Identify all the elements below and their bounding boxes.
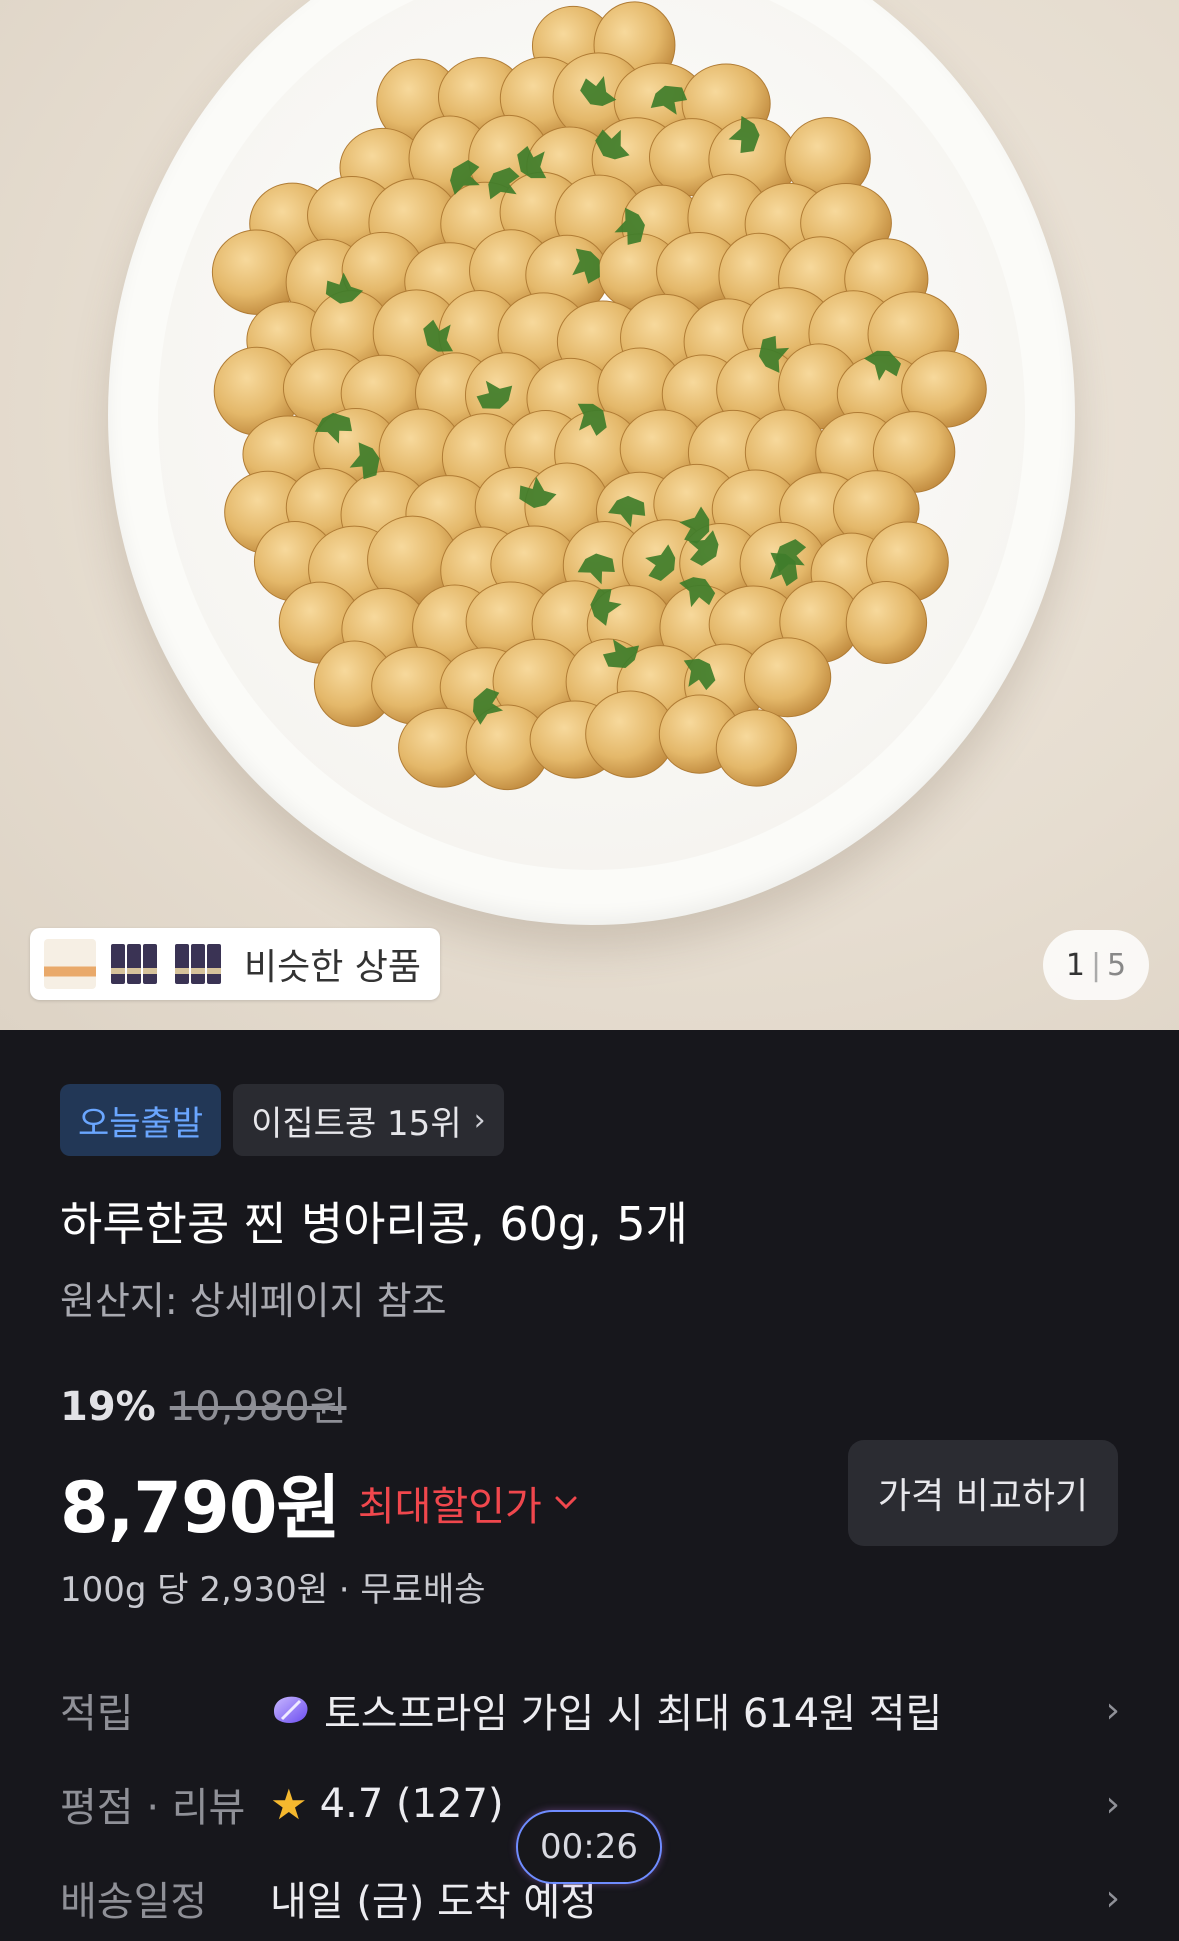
departure-tag-label: 오늘출발: [78, 1103, 204, 1144]
recording-timer: 00:26: [516, 1810, 662, 1884]
similar-thumb-2: [108, 939, 160, 989]
compare-price-label: 가격 비교하기: [877, 1476, 1089, 1517]
max-discount-toggle[interactable]: 최대할인가: [358, 1474, 578, 1532]
unit-price-shipping: 100g 당 2,930원 · 무료배송: [60, 1570, 486, 1610]
image-counter: 1 | 5: [1043, 930, 1149, 1000]
counter-separator: |: [1090, 947, 1102, 983]
chevron-right-icon: ›: [473, 1102, 486, 1138]
similar-products-button[interactable]: 비슷한 상품: [30, 928, 440, 1000]
delivery-label: 배송일정: [60, 1879, 208, 1925]
product-image[interactable]: 비슷한 상품 1 | 5: [0, 0, 1179, 1030]
points-label: 적립: [60, 1691, 134, 1737]
chevron-down-icon: [555, 1496, 577, 1509]
departure-tag: 오늘출발: [60, 1084, 222, 1156]
chickpeas-image: [211, 1, 987, 791]
rating-label: 평점 · 리뷰: [60, 1785, 246, 1831]
discount-percent: 19%: [60, 1384, 156, 1430]
timer-value: 00:26: [540, 1827, 638, 1867]
toss-prime-icon: [274, 1696, 308, 1723]
similar-products-label: 비슷한 상품: [244, 947, 422, 988]
product-title: 하루한콩 찐 병아리콩, 60g, 5개: [60, 1197, 688, 1251]
price-row: 8,790원 최대할인가: [60, 1452, 578, 1553]
similar-thumb-1: [44, 939, 96, 989]
star-icon: ★: [270, 1779, 308, 1829]
sale-price: 8,790원: [60, 1467, 341, 1549]
product-tags: 오늘출발 이집트콩 15위 ›: [60, 1084, 504, 1156]
similar-thumb-3: [172, 939, 224, 989]
chevron-right-icon: ›: [1105, 1689, 1120, 1731]
points-row[interactable]: 적립 토스프라임 가입 시 최대 614원 적립 ›: [60, 1680, 1120, 1740]
chevron-right-icon: ›: [1105, 1877, 1120, 1919]
rating-value: 4.7 (127): [319, 1781, 504, 1827]
ranking-tag[interactable]: 이집트콩 15위 ›: [233, 1084, 504, 1156]
product-origin: 원산지: 상세페이지 참조: [60, 1279, 447, 1323]
counter-total: 5: [1107, 947, 1127, 983]
max-discount-label: 최대할인가: [357, 1483, 542, 1530]
compare-price-button[interactable]: 가격 비교하기: [848, 1440, 1118, 1546]
counter-current: 1: [1065, 947, 1085, 983]
points-value: 토스프라임 가입 시 최대 614원 적립: [324, 1691, 943, 1737]
ranking-tag-label: 이집트콩 15위: [251, 1103, 462, 1144]
discount-row: 19% 10,980원: [60, 1374, 347, 1432]
chevron-right-icon: ›: [1105, 1783, 1120, 1825]
original-price: 10,980원: [169, 1384, 347, 1430]
